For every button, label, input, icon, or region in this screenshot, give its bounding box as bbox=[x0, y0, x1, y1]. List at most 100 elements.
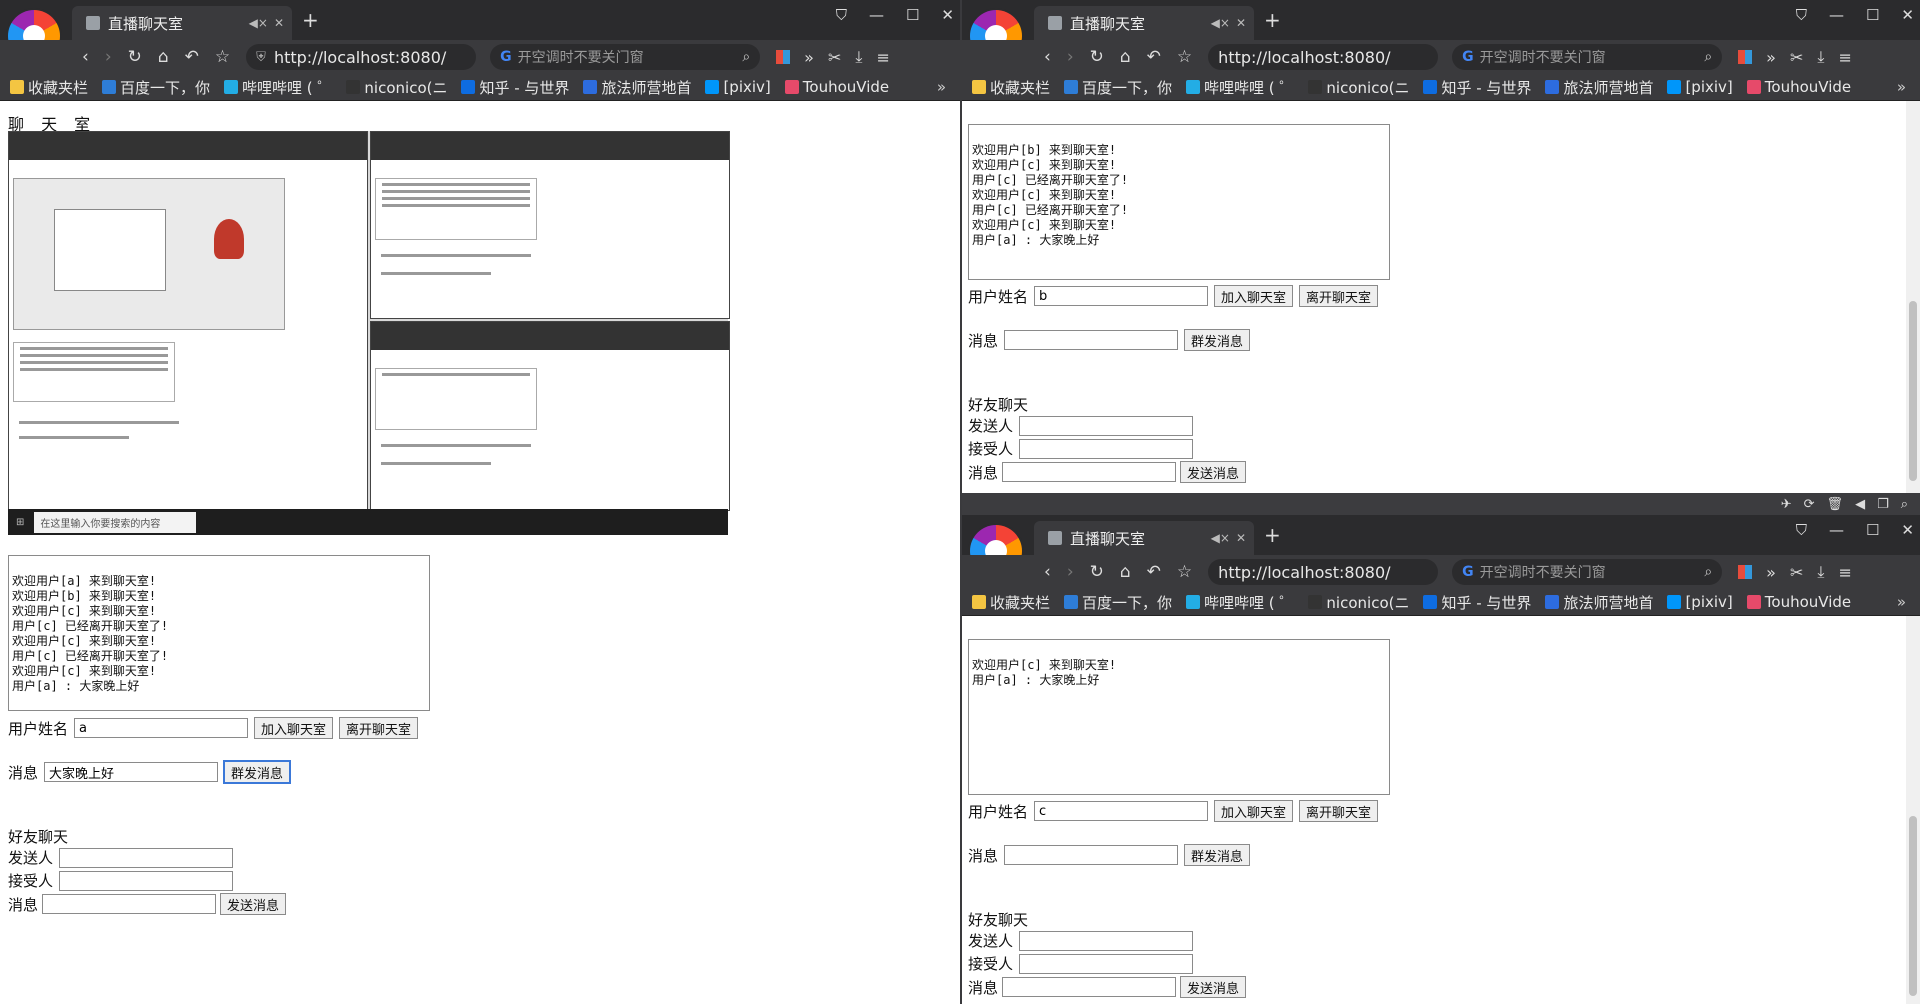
bookmark-item[interactable]: 旅法师营地首 bbox=[1545, 77, 1653, 98]
minimize-icon[interactable]: — bbox=[1829, 6, 1844, 24]
undo-icon[interactable]: ↶ bbox=[1147, 47, 1161, 67]
back-icon[interactable]: ‹ bbox=[1044, 47, 1051, 67]
bookmark-item[interactable]: TouhouVide bbox=[1746, 593, 1851, 611]
send-message-button[interactable]: 发送消息 bbox=[220, 893, 287, 915]
send-message-button[interactable]: 发送消息 bbox=[1180, 976, 1247, 998]
sender-input[interactable] bbox=[1019, 930, 1194, 951]
bookmark-item[interactable]: 知乎 - 与世界 bbox=[1423, 77, 1531, 98]
more-bookmarks-icon[interactable]: » bbox=[1897, 593, 1906, 611]
bookmark-item[interactable]: 收藏夹栏 bbox=[10, 77, 88, 98]
more-chevron-icon[interactable]: » bbox=[1766, 48, 1776, 67]
more-bookmarks-icon[interactable]: » bbox=[937, 78, 946, 96]
leave-chatroom-button[interactable]: 离开聊天室 bbox=[1299, 800, 1379, 822]
star-icon[interactable]: ☆ bbox=[1177, 47, 1192, 67]
search-icon[interactable]: ⌕ bbox=[742, 49, 750, 65]
broadcast-button[interactable]: 群发消息 bbox=[1184, 844, 1251, 866]
join-chatroom-button[interactable]: 加入聊天室 bbox=[1214, 800, 1294, 822]
bookmark-item[interactable]: 知乎 - 与世界 bbox=[461, 77, 569, 98]
close-tab-icon[interactable]: ✕ bbox=[1236, 16, 1246, 30]
broadcast-button[interactable]: 群发消息 bbox=[1184, 329, 1251, 351]
bookmark-item[interactable]: 旅法师营地首 bbox=[583, 77, 691, 98]
tab-chatroom[interactable]: 直播聊天室 ◀× ✕ bbox=[1034, 521, 1254, 555]
bookmark-item[interactable]: [pixiv] bbox=[1667, 78, 1733, 96]
window-icon[interactable]: ❐ bbox=[1877, 497, 1889, 512]
speaker-mute-icon[interactable]: ◀× bbox=[1211, 16, 1230, 30]
more-chevron-icon[interactable]: » bbox=[1766, 563, 1776, 582]
bookmark-item[interactable]: 旅法师营地首 bbox=[1545, 592, 1653, 613]
bookmark-item[interactable]: [pixiv] bbox=[1667, 593, 1733, 611]
chat-log-textarea[interactable] bbox=[8, 555, 430, 711]
bookmark-item[interactable]: 百度一下，你 bbox=[102, 77, 210, 98]
new-tab-icon[interactable]: + bbox=[1264, 523, 1281, 547]
close-tab-icon[interactable]: ✕ bbox=[1236, 531, 1246, 545]
close-window-icon[interactable]: ✕ bbox=[1901, 521, 1914, 539]
close-window-icon[interactable]: ✕ bbox=[1901, 6, 1914, 24]
apps-grid-icon[interactable] bbox=[776, 50, 791, 64]
sender-input[interactable] bbox=[59, 847, 234, 868]
bookmark-item[interactable]: 哔哩哔哩 ( ゜ bbox=[1186, 77, 1294, 98]
close-tab-icon[interactable]: ✕ bbox=[274, 16, 284, 30]
username-input[interactable] bbox=[74, 718, 249, 738]
shirt-icon[interactable]: ⛉ bbox=[1796, 521, 1807, 539]
pin-icon[interactable]: ✈ bbox=[1781, 497, 1792, 512]
address-bar[interactable]: http://localhost:8080/ bbox=[1208, 44, 1439, 70]
reload-icon[interactable]: ↻ bbox=[1090, 562, 1104, 582]
search-icon[interactable]: ⌕ bbox=[1704, 49, 1712, 65]
join-chatroom-button[interactable]: 加入聊天室 bbox=[254, 717, 334, 739]
chat-log-textarea[interactable] bbox=[968, 124, 1390, 280]
minimize-icon[interactable]: — bbox=[869, 6, 884, 24]
bookmark-item[interactable]: 知乎 - 与世界 bbox=[1423, 592, 1531, 613]
message-input[interactable] bbox=[44, 762, 219, 782]
username-input[interactable] bbox=[1034, 286, 1209, 306]
tab-chatroom[interactable]: 直播聊天室 ◀× ✕ bbox=[1034, 6, 1254, 40]
leave-chatroom-button[interactable]: 离开聊天室 bbox=[1299, 285, 1379, 307]
bookmark-item[interactable]: 百度一下，你 bbox=[1064, 77, 1172, 98]
download-icon[interactable]: ⤓ bbox=[1817, 47, 1824, 67]
receiver-input[interactable] bbox=[1019, 953, 1194, 974]
bookmark-item[interactable]: 收藏夹栏 bbox=[972, 77, 1050, 98]
search-box[interactable]: G 开空调时不要关门窗 ⌕ bbox=[490, 44, 761, 70]
scissors-icon[interactable]: ✂ bbox=[1790, 48, 1803, 67]
maximize-icon[interactable]: ☐ bbox=[1866, 521, 1879, 539]
download-icon[interactable]: ⤓ bbox=[855, 47, 862, 67]
join-chatroom-button[interactable]: 加入聊天室 bbox=[1214, 285, 1294, 307]
bookmark-item[interactable]: niconico(ニ bbox=[1308, 77, 1409, 98]
receiver-input[interactable] bbox=[1019, 438, 1194, 459]
reload-icon[interactable]: ↻ bbox=[128, 47, 142, 67]
forward-icon[interactable]: › bbox=[105, 47, 112, 67]
more-chevron-icon[interactable]: » bbox=[804, 48, 814, 67]
more-bookmarks-icon[interactable]: » bbox=[1897, 78, 1906, 96]
forward-icon[interactable]: › bbox=[1067, 47, 1074, 67]
friend-message-input[interactable] bbox=[1002, 462, 1177, 482]
friend-message-input[interactable] bbox=[42, 894, 217, 914]
bookmark-item[interactable]: niconico(ニ bbox=[346, 77, 447, 98]
friend-message-input[interactable] bbox=[1002, 977, 1177, 997]
bookmark-item[interactable]: TouhouVide bbox=[784, 78, 889, 96]
home-icon[interactable]: ⌂ bbox=[1120, 47, 1131, 67]
undo-icon[interactable]: ↶ bbox=[1147, 562, 1161, 582]
search-icon[interactable]: ⌕ bbox=[1704, 564, 1712, 580]
vertical-scrollbar[interactable] bbox=[1906, 616, 1920, 1004]
bookmark-item[interactable]: [pixiv] bbox=[705, 78, 771, 96]
apps-grid-icon[interactable] bbox=[1738, 565, 1753, 579]
shirt-icon[interactable]: ⛉ bbox=[836, 6, 847, 24]
chat-log-textarea[interactable] bbox=[968, 639, 1390, 795]
trash-icon[interactable]: 🗑 bbox=[1827, 497, 1844, 512]
back-icon[interactable]: ‹ bbox=[1044, 562, 1051, 582]
forward-icon[interactable]: › bbox=[1067, 562, 1074, 582]
sender-input[interactable] bbox=[1019, 415, 1194, 436]
username-input[interactable] bbox=[1034, 801, 1209, 821]
reload-icon[interactable]: ↻ bbox=[1090, 47, 1104, 67]
address-bar[interactable]: ⛨ http://localhost:8080/ bbox=[246, 44, 477, 70]
home-icon[interactable]: ⌂ bbox=[1120, 562, 1131, 582]
close-window-icon[interactable]: ✕ bbox=[941, 6, 954, 24]
message-input[interactable] bbox=[1004, 845, 1179, 865]
bookmark-item[interactable]: niconico(ニ bbox=[1308, 592, 1409, 613]
maximize-icon[interactable]: ☐ bbox=[906, 6, 919, 24]
tab-chatroom[interactable]: 直播聊天室 ◀× ✕ bbox=[72, 6, 292, 40]
message-input[interactable] bbox=[1004, 330, 1179, 350]
menu-icon[interactable]: ≡ bbox=[876, 48, 889, 67]
send-message-button[interactable]: 发送消息 bbox=[1180, 461, 1247, 483]
undo-icon[interactable]: ↶ bbox=[185, 47, 199, 67]
scissors-icon[interactable]: ✂ bbox=[1790, 563, 1803, 582]
